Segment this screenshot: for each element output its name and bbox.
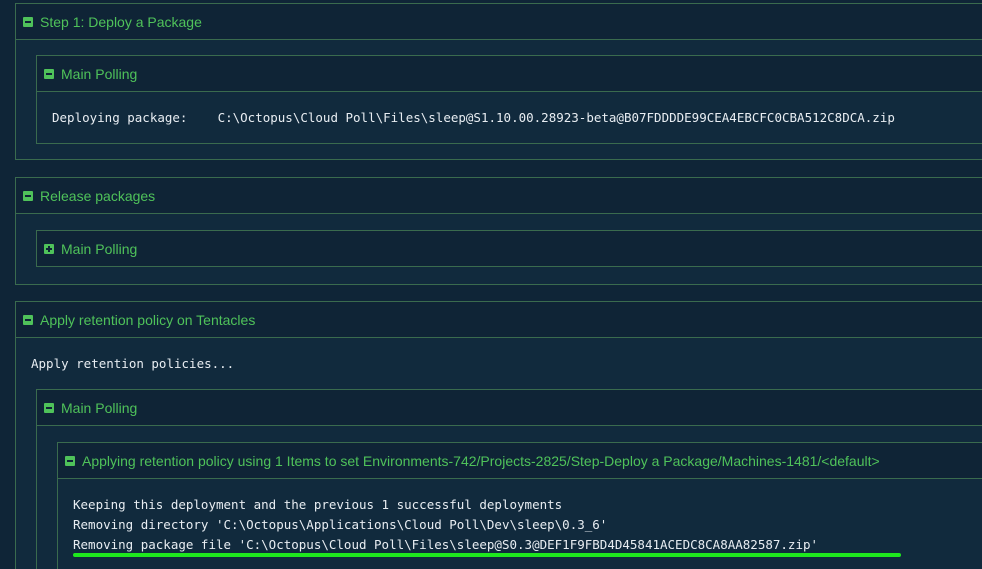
deploying-package-log: Deploying package: C:\Octopus\Cloud Poll…	[52, 110, 895, 125]
log-line: Removing directory 'C:\Octopus\Applicati…	[73, 517, 608, 532]
log-line: Keeping this deployment and the previous…	[73, 497, 563, 512]
apply-retention-log: Apply retention policies...	[31, 356, 235, 371]
applying-retention-policy-header[interactable]: Applying retention policy using 1 Items …	[58, 443, 982, 479]
collapse-icon[interactable]	[23, 190, 33, 201]
step1-main-polling-section: Main Polling	[36, 55, 982, 144]
highlight-underline	[73, 553, 901, 557]
step-deploy-package-header[interactable]: Step 1: Deploy a Package	[16, 4, 982, 40]
release-main-polling-title: Main Polling	[61, 240, 138, 257]
release-packages-title: Release packages	[40, 187, 156, 204]
step1-main-polling-title: Main Polling	[61, 65, 138, 82]
collapse-icon[interactable]	[23, 314, 33, 325]
retention-main-polling-title: Main Polling	[61, 399, 138, 416]
retention-main-polling-header[interactable]: Main Polling	[37, 390, 982, 426]
release-main-polling-section: Main Polling	[36, 230, 982, 267]
release-main-polling-header[interactable]: Main Polling	[37, 231, 982, 266]
release-packages-header[interactable]: Release packages	[16, 178, 982, 214]
retention-policy-title: Apply retention policy on Tentacles	[40, 311, 256, 328]
log-line: Removing package file 'C:\Octopus\Cloud …	[73, 537, 819, 552]
step1-main-polling-header[interactable]: Main Polling	[37, 56, 982, 92]
step-deploy-package-title: Step 1: Deploy a Package	[40, 13, 202, 30]
collapse-icon[interactable]	[23, 16, 33, 27]
retention-policy-header[interactable]: Apply retention policy on Tentacles	[16, 302, 982, 338]
collapse-icon[interactable]	[65, 455, 75, 466]
collapse-icon[interactable]	[44, 402, 54, 413]
expand-icon[interactable]	[44, 243, 54, 254]
collapse-icon[interactable]	[44, 68, 54, 79]
applying-retention-policy-title: Applying retention policy using 1 Items …	[82, 452, 880, 469]
